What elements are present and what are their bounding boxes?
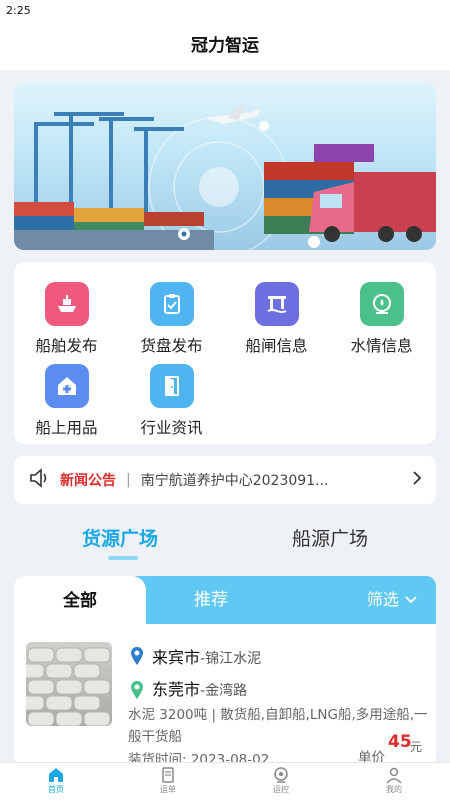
origin-route: 来宾市-锦江水泥 (152, 644, 261, 668)
nav-label: 首页 (48, 785, 64, 794)
origin-pin-icon (130, 646, 144, 670)
banner-image[interactable] (14, 82, 436, 250)
news-notice-bar[interactable]: 新闻公告 | 南宁航道养护中心2023091... (14, 456, 436, 504)
menu-item-label: 水情信息 (350, 337, 413, 355)
chevron-right-icon[interactable] (410, 469, 424, 491)
source-tabs: 货源广场 船源广场 (0, 516, 450, 568)
origin-city: 来宾市 (152, 648, 201, 667)
monitor-icon (251, 766, 311, 784)
menu-item-label: 船舶发布 (35, 337, 98, 355)
feature-menu: 船舶发布 货盘发布 船闸信息 水情信息 船上用品 行业资讯 (14, 262, 436, 444)
filter-label: 筛选 (366, 590, 399, 609)
price-value: 45 (388, 732, 412, 752)
price-unit: 元 (410, 740, 423, 754)
cargo-spec: 水泥 3200吨 | 散货船,自卸船,LNG船,多用途船,一般干货船 (128, 707, 428, 745)
nav-home[interactable]: 首页 (26, 766, 86, 795)
nav-label: 运单 (160, 785, 176, 794)
home-icon (26, 766, 86, 784)
ship-icon (44, 282, 89, 326)
tab-active-indicator (108, 556, 138, 560)
cement-bags-image (26, 647, 111, 726)
nav-monitor[interactable]: 运控 (251, 766, 311, 795)
status-bar: 2:25 (0, 0, 450, 22)
menu-item-label: 船上用品 (35, 419, 98, 437)
origin-detail: -锦江水泥 (200, 651, 262, 667)
destination-route: 东莞市-金湾路 (152, 676, 247, 700)
bottom-nav: 首页 运单 运控 我的 (0, 762, 450, 800)
door-news-icon (149, 364, 194, 408)
user-icon (364, 766, 424, 784)
menu-item-label: 货盘发布 (140, 337, 203, 355)
filter-recommend-tab[interactable]: 推荐 (194, 576, 228, 624)
nav-label: 我的 (386, 785, 402, 794)
status-time: 2:25 (6, 4, 31, 17)
home-plus-icon (44, 364, 89, 408)
nav-waybill[interactable]: 运单 (138, 766, 198, 795)
destination-detail: -金湾路 (200, 683, 248, 699)
notice-separator: | (126, 472, 131, 488)
filter-all-tab[interactable]: 全部 (14, 576, 146, 624)
destination-pin-icon (130, 680, 144, 704)
menu-item-label: 行业资讯 (140, 419, 203, 437)
port-logistics-illustration (14, 106, 436, 250)
page-title: 冠力智运 (0, 22, 450, 70)
cargo-list-card: 全部 推荐 筛选 来宾市-锦江水泥 东莞市-金湾路 水泥 3200吨 | 散货船… (14, 576, 436, 766)
tab-ship-square[interactable]: 船源广场 (292, 524, 368, 551)
menu-item-ship-publish[interactable]: 船舶发布 (14, 282, 119, 356)
menu-item-ship-supplies[interactable]: 船上用品 (14, 364, 119, 438)
menu-item-industry-news[interactable]: 行业资讯 (119, 364, 224, 438)
menu-item-water-info[interactable]: 水情信息 (329, 282, 434, 356)
filter-bar: 全部 推荐 筛选 (14, 576, 436, 624)
notice-tag: 新闻公告 (60, 473, 116, 489)
speaker-icon (28, 467, 50, 493)
cargo-thumbnail[interactable] (26, 642, 112, 726)
nav-label: 运控 (273, 785, 289, 794)
waybill-icon (138, 766, 198, 784)
lock-gate-icon (254, 282, 299, 326)
water-gauge-icon (359, 282, 404, 326)
menu-item-lock-info[interactable]: 船闸信息 (224, 282, 329, 356)
tab-cargo-square[interactable]: 货源广场 (82, 524, 158, 551)
chevron-down-icon (404, 590, 418, 609)
clipboard-check-icon (149, 282, 194, 326)
notice-text: 南宁航道养护中心2023091... (140, 473, 329, 489)
nav-profile[interactable]: 我的 (364, 766, 424, 795)
filter-button[interactable]: 筛选 (367, 576, 418, 624)
menu-item-cargo-publish[interactable]: 货盘发布 (119, 282, 224, 356)
menu-item-label: 船闸信息 (245, 337, 308, 355)
destination-city: 东莞市 (152, 680, 201, 699)
